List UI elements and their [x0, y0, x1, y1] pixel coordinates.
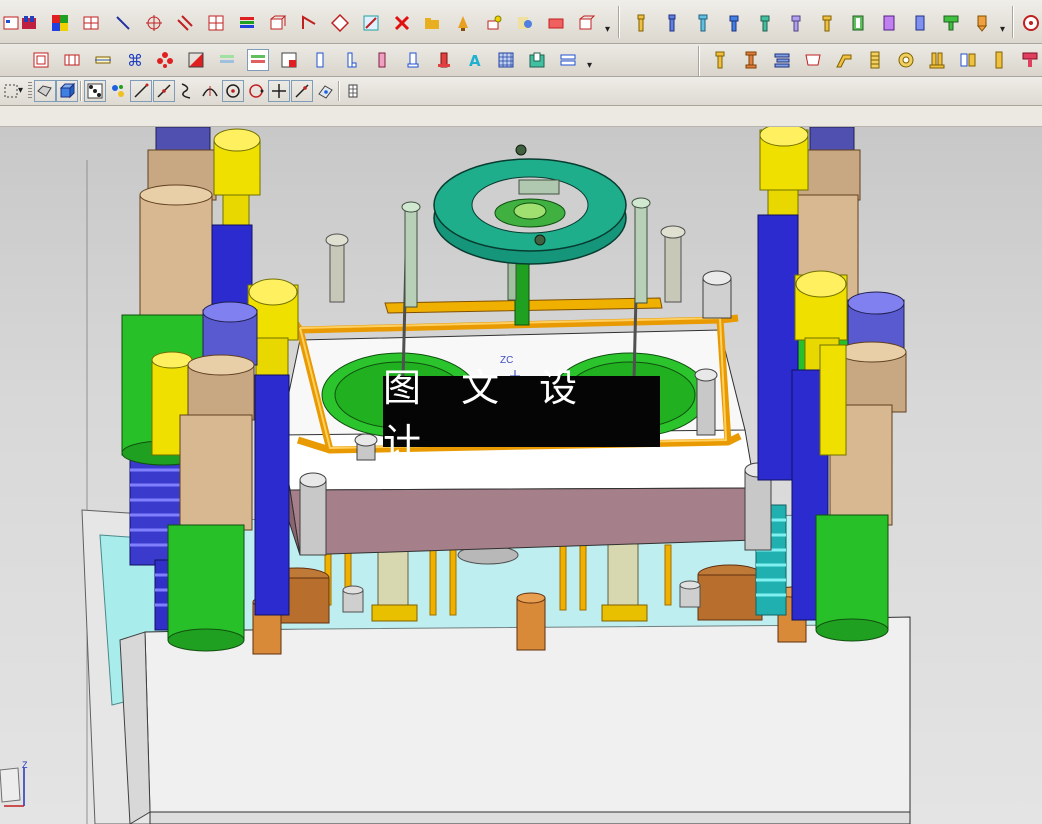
mold-wizard-icon[interactable] [18, 12, 40, 34]
corner-icon[interactable] [278, 49, 300, 71]
locator-icon[interactable] [940, 12, 962, 34]
snap-center-icon[interactable] [222, 80, 244, 102]
sprue-icon[interactable] [971, 12, 993, 34]
paint-icon[interactable] [514, 12, 536, 34]
guide-icon[interactable] [878, 12, 900, 34]
toolbar-row-3: ▾ [0, 77, 1042, 106]
snap-face-icon[interactable] [314, 80, 336, 102]
bushing-icon[interactable] [847, 12, 869, 34]
std-post-icon[interactable] [988, 49, 1010, 71]
point-icon[interactable] [143, 12, 165, 34]
watermark-text: 图 文 设 计 [383, 365, 592, 465]
ejector-pink-icon[interactable] [371, 49, 393, 71]
angle-icon[interactable] [298, 12, 320, 34]
ejector-2-icon[interactable] [340, 49, 362, 71]
split-icon[interactable] [185, 49, 207, 71]
watermark-banner: 图 文 设 计 [383, 366, 660, 465]
reference-icon[interactable] [360, 12, 382, 34]
toolbar-separator [338, 81, 340, 101]
mesh-icon[interactable] [495, 49, 517, 71]
block-icon[interactable] [545, 12, 567, 34]
toolbar-grip[interactable] [28, 82, 32, 100]
snap-line-icon[interactable] [130, 80, 152, 102]
sleeve-red-icon[interactable] [433, 49, 455, 71]
snap-quadrant-icon[interactable] [245, 80, 267, 102]
snap-endpoint-icon[interactable] [84, 80, 106, 102]
snap-dropdown-button[interactable]: ▾ [18, 85, 23, 96]
bell-icon[interactable] [452, 12, 474, 34]
filter-solid-icon[interactable] [34, 80, 56, 102]
cavity-icon[interactable] [526, 49, 548, 71]
std-spring-icon[interactable] [864, 49, 886, 71]
snap-arc-icon[interactable] [199, 80, 221, 102]
color-palette-icon[interactable] [49, 12, 71, 34]
table-icon[interactable] [61, 49, 83, 71]
svg-text:⌘: ⌘ [127, 51, 143, 69]
toolbar-overflow-button[interactable]: ▾ [605, 24, 610, 35]
std-pin-icon[interactable] [740, 49, 762, 71]
pattern-icon[interactable] [154, 49, 176, 71]
snap-settings-icon[interactable] [342, 80, 364, 102]
snap-point-on-curve-icon[interactable] [291, 80, 313, 102]
ejector-icon[interactable] [309, 49, 331, 71]
command-icon[interactable]: ⌘ [123, 49, 145, 71]
line-icon[interactable] [112, 12, 134, 34]
diamond-icon[interactable] [329, 12, 351, 34]
frame-select-icon[interactable] [30, 49, 52, 71]
screw-icon[interactable] [630, 12, 652, 34]
snap-curve-icon[interactable] [176, 80, 198, 102]
toolbar-separator [698, 46, 700, 76]
std-ejector-icon[interactable] [1019, 49, 1041, 71]
snap-intersection-icon[interactable] [268, 80, 290, 102]
toolbar-separator [80, 81, 82, 101]
component-icon[interactable] [483, 12, 505, 34]
spring-icon[interactable] [909, 12, 931, 34]
svg-text:A: A [469, 52, 481, 69]
target-icon[interactable] [1020, 12, 1042, 34]
slot-icon[interactable] [557, 49, 579, 71]
snap-midpoint-icon[interactable] [153, 80, 175, 102]
folder-icon[interactable] [421, 12, 443, 34]
std-gear-icon[interactable] [895, 49, 917, 71]
toolbar-row-1: ▾ ▾ [0, 0, 1042, 44]
pin-icon[interactable] [816, 12, 838, 34]
plate-icon[interactable] [92, 49, 114, 71]
std-block-icon[interactable] [802, 49, 824, 71]
toolbar-row-2: ⌘ A ▾ [0, 44, 1042, 77]
screw-blue-2-icon[interactable] [723, 12, 745, 34]
screw-cyan-icon[interactable] [692, 12, 714, 34]
screw-violet-icon[interactable] [785, 12, 807, 34]
box-icon[interactable] [267, 12, 289, 34]
toolbar-separator [618, 6, 620, 38]
mold-assembly-model [0, 127, 911, 824]
cube-icon[interactable] [576, 12, 598, 34]
screw-teal-icon[interactable] [754, 12, 776, 34]
delete-icon[interactable] [391, 12, 413, 34]
sleeve-icon[interactable] [402, 49, 424, 71]
snap-multi-icon[interactable] [107, 80, 129, 102]
hatch-icon[interactable] [174, 12, 196, 34]
layers-icon[interactable] [236, 12, 258, 34]
grid-icon[interactable] [205, 12, 227, 34]
stack-active-icon[interactable] [247, 49, 269, 71]
std-lock-icon[interactable] [957, 49, 979, 71]
std-angle-icon[interactable] [833, 49, 855, 71]
graphics-viewport[interactable]: ZC Z [0, 127, 1042, 824]
filter-body-icon[interactable] [56, 80, 78, 102]
std-plate-icon[interactable] [771, 49, 793, 71]
std-support-icon[interactable] [926, 49, 948, 71]
toolbar-overflow-button-2[interactable]: ▾ [1000, 24, 1005, 35]
view-triad-z-label: Z [22, 760, 28, 770]
text-icon[interactable]: A [464, 49, 486, 71]
status-strip [0, 106, 1042, 127]
toolbar-separator [1012, 6, 1014, 38]
std-screw-icon[interactable] [709, 49, 731, 71]
toolbar-overflow-button-3[interactable]: ▾ [587, 60, 592, 71]
layout-icon[interactable] [80, 12, 102, 34]
stack-icon[interactable] [216, 49, 238, 71]
screw-blue-icon[interactable] [661, 12, 683, 34]
